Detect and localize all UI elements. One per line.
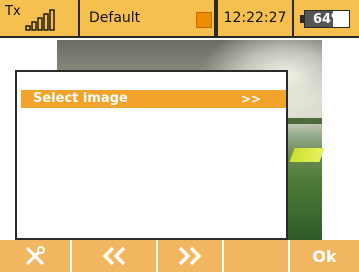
double-chevron-right-icon — [178, 246, 202, 266]
battery-percent: 64% — [313, 12, 345, 27]
battery-body: 64% — [304, 10, 350, 28]
profile-name: Default — [89, 10, 141, 26]
function-key-bar: Ok — [0, 240, 359, 272]
clock-time: 12:22:27 — [223, 10, 287, 26]
battery-icon: 64% — [300, 10, 350, 28]
background-horizon — [285, 118, 322, 124]
orange-square-indicator-icon — [196, 12, 212, 28]
status-bar: Tx Default 12:22:27 64% — [0, 0, 359, 38]
tx-label: Tx — [5, 4, 21, 19]
time-cell: 12:22:27 — [216, 0, 294, 36]
battery-cell: 64% — [294, 0, 359, 36]
fkey-empty-button[interactable] — [224, 240, 290, 272]
fkey-previous-button[interactable] — [72, 240, 158, 272]
fkey-tools-button[interactable] — [0, 240, 72, 272]
fkey-next-button[interactable] — [158, 240, 224, 272]
menu-item-label: Select image — [33, 91, 128, 106]
image-dialog: Select image >> — [15, 70, 288, 240]
background-yellow-object — [289, 148, 325, 162]
select-image-menu-item[interactable]: Select image >> — [21, 90, 286, 108]
fkey-ok-button[interactable]: Ok — [290, 240, 359, 272]
double-chevron-left-icon — [102, 246, 126, 266]
screen: Tx Default 12:22:27 64% Select image >> … — [0, 0, 359, 272]
menu-item-arrow: >> — [241, 92, 262, 106]
tx-signal-cell: Tx — [0, 0, 80, 36]
ok-label: Ok — [312, 246, 337, 266]
tools-icon — [26, 246, 45, 265]
signal-bars-icon — [25, 9, 55, 31]
